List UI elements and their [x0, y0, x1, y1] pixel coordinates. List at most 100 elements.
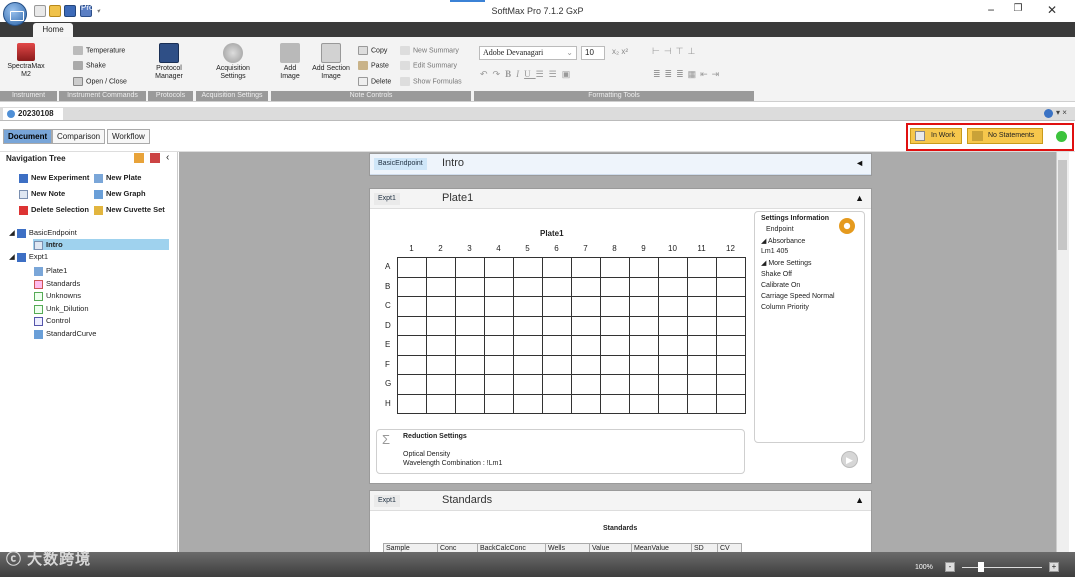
plate-row-label[interactable]: F	[385, 360, 390, 369]
plate-well[interactable]	[484, 257, 514, 278]
plate-well[interactable]	[658, 315, 688, 336]
help-icon[interactable]	[1044, 109, 1053, 118]
tab-gxp[interactable]: GxP	[228, 3, 244, 12]
collapse-arrow-icon[interactable]: ▲	[855, 495, 864, 505]
plate-well[interactable]	[542, 296, 572, 317]
plate-column-label[interactable]: 1	[397, 244, 426, 253]
indent-align-icon[interactable]: ⊢⊣⊤⊥	[652, 46, 699, 57]
plate-well[interactable]	[455, 257, 485, 278]
tree-node-standardcurve[interactable]: StandardCurve	[34, 329, 96, 339]
add-image-button[interactable]: Add Image	[275, 43, 305, 81]
plate-well[interactable]	[426, 393, 456, 414]
new-experiment-button[interactable]: New Experiment	[19, 173, 89, 183]
plate-well[interactable]	[426, 257, 456, 278]
plate-column-label[interactable]: 4	[484, 244, 513, 253]
plate-well[interactable]	[629, 257, 659, 278]
tree-node-control[interactable]: Control	[34, 316, 70, 326]
plate-well[interactable]	[484, 276, 514, 297]
plate-well[interactable]	[484, 374, 514, 395]
plate-row-label[interactable]: C	[385, 301, 391, 310]
open-close-button[interactable]: Open / Close	[73, 77, 127, 86]
plate-well[interactable]	[542, 335, 572, 356]
plate-well[interactable]	[687, 296, 717, 317]
tab-comparison[interactable]: Comparison	[52, 129, 106, 144]
plate-well[interactable]	[687, 393, 717, 414]
plate-well[interactable]	[484, 335, 514, 356]
plate-well[interactable]	[687, 257, 717, 278]
new-plate-button[interactable]: New Plate	[94, 173, 141, 183]
plate-well[interactable]	[513, 257, 543, 278]
plate-row-label[interactable]: G	[385, 379, 391, 388]
plate-column-label[interactable]: 3	[455, 244, 484, 253]
plate-well[interactable]	[658, 374, 688, 395]
plate-well[interactable]	[629, 354, 659, 375]
show-formulas-button[interactable]: Show Formulas	[400, 77, 462, 86]
plate-well[interactable]	[600, 315, 630, 336]
plate-well[interactable]	[571, 257, 601, 278]
application-menu-button[interactable]	[3, 2, 27, 26]
plate-well[interactable]	[571, 315, 601, 336]
plate-well[interactable]	[397, 276, 427, 297]
plate-well[interactable]	[658, 296, 688, 317]
font-family-select[interactable]: Adobe Devanagari ⌄	[479, 46, 577, 60]
plate-well[interactable]	[513, 335, 543, 356]
plate-column-label[interactable]: 6	[542, 244, 571, 253]
plate-well[interactable]	[397, 335, 427, 356]
plate-well[interactable]	[600, 276, 630, 297]
plate-well[interactable]	[484, 393, 514, 414]
standards-breadcrumb[interactable]: Expt1	[374, 495, 400, 507]
lock-icon[interactable]	[134, 153, 144, 163]
plate-well[interactable]	[716, 315, 746, 336]
plate-well[interactable]	[687, 354, 717, 375]
plate-well[interactable]	[455, 296, 485, 317]
plate-well[interactable]	[716, 374, 746, 395]
plate-well[interactable]	[484, 354, 514, 375]
plate-well[interactable]	[716, 393, 746, 414]
plate-column-label[interactable]: 10	[658, 244, 687, 253]
paragraph-align-icons[interactable]: ≣≣≣▦⇤⇥	[653, 69, 723, 80]
in-work-status-button[interactable]: In Work	[910, 128, 962, 144]
plate-well[interactable]	[629, 335, 659, 356]
tree-node-unk-dilution[interactable]: Unk_Dilution	[34, 304, 89, 314]
plate-well[interactable]	[600, 354, 630, 375]
plate-well[interactable]	[571, 335, 601, 356]
plate-well[interactable]	[629, 276, 659, 297]
paste-button[interactable]: Paste	[358, 61, 389, 70]
no-statements-button[interactable]: No Statements	[967, 128, 1044, 144]
plate-well[interactable]	[513, 315, 543, 336]
new-note-button[interactable]: New Note	[19, 189, 65, 199]
plate-breadcrumb[interactable]: Expt1	[374, 193, 400, 205]
plate-well[interactable]	[542, 315, 572, 336]
plate-well[interactable]	[716, 335, 746, 356]
plate-grid[interactable]	[397, 257, 746, 414]
plate-well[interactable]	[397, 393, 427, 414]
plate-well[interactable]	[455, 393, 485, 414]
plate-well[interactable]	[687, 276, 717, 297]
copy-button[interactable]: Copy	[358, 46, 387, 55]
scrollbar-thumb[interactable]	[1058, 160, 1067, 250]
plate-well[interactable]	[426, 335, 456, 356]
plate-well[interactable]	[542, 276, 572, 297]
plate-well[interactable]	[716, 276, 746, 297]
plate-well[interactable]	[397, 374, 427, 395]
plate-well[interactable]	[716, 354, 746, 375]
tab-operations[interactable]: Operations	[170, 3, 209, 12]
plate-well[interactable]	[513, 296, 543, 317]
tab-options-icon[interactable]: ▾ ×	[1056, 108, 1067, 117]
plate-well[interactable]	[397, 315, 427, 336]
plate-well[interactable]	[455, 276, 485, 297]
plate-column-label[interactable]: 7	[571, 244, 600, 253]
plate-column-label[interactable]: 5	[513, 244, 542, 253]
tab-help[interactable]: Help	[315, 3, 331, 12]
tab-workflow-view[interactable]: Workflow	[107, 129, 150, 144]
collapse-arrow-icon[interactable]: ▲	[855, 193, 864, 203]
plate-well[interactable]	[571, 296, 601, 317]
plate-well[interactable]	[397, 296, 427, 317]
plate-well[interactable]	[600, 257, 630, 278]
plate-well[interactable]	[716, 257, 746, 278]
plate-column-label[interactable]: 11	[687, 244, 716, 253]
zoom-in-button[interactable]: +	[1049, 562, 1059, 572]
plate-well[interactable]	[426, 276, 456, 297]
tree-node-basicendpoint[interactable]: ◢ BasicEndpoint	[9, 228, 77, 238]
new-graph-button[interactable]: New Graph	[94, 189, 146, 199]
